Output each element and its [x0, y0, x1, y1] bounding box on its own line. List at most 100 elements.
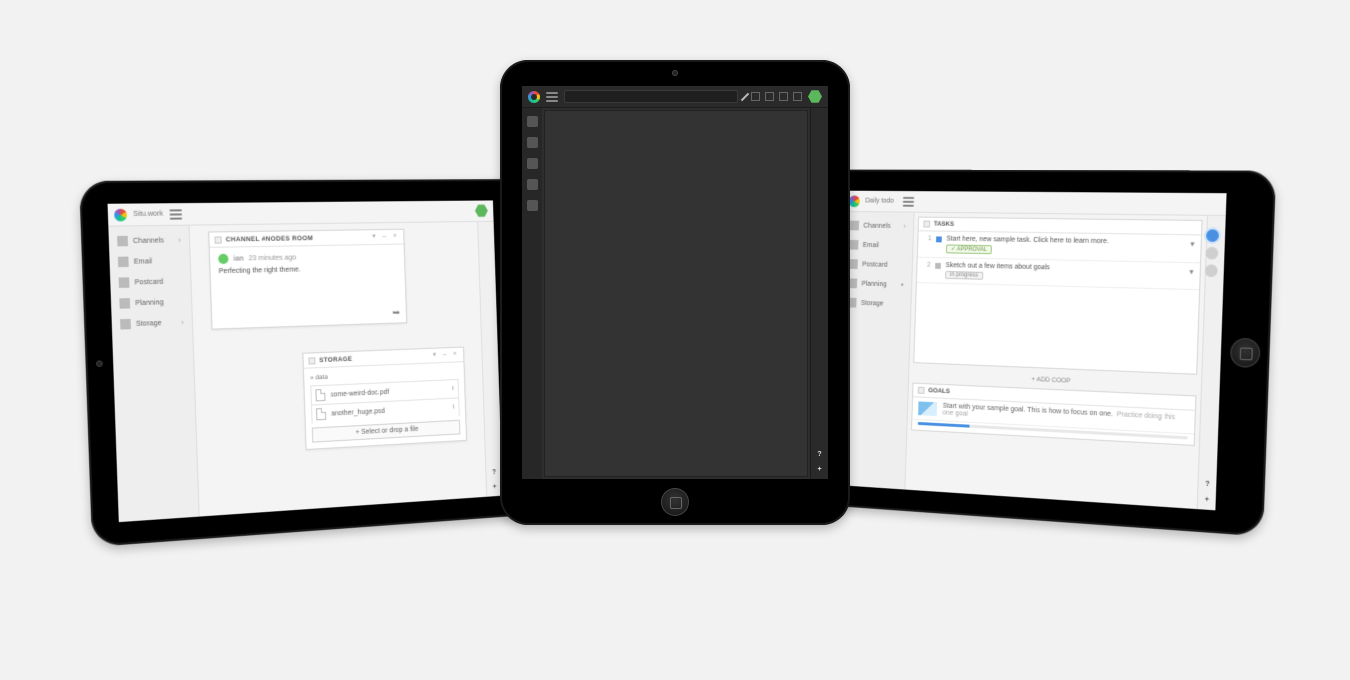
pager-dot[interactable] — [1206, 229, 1219, 242]
sidebar-item-planning[interactable]: Planning — [111, 291, 192, 314]
sidebar-item-email[interactable]: Email — [842, 235, 913, 256]
screen-center: ? + — [522, 86, 828, 479]
mail-icon — [118, 257, 129, 268]
drag-handle-icon[interactable] — [923, 221, 930, 228]
task-text: Start here, new sample task. Click here … — [946, 236, 1109, 246]
channel-card[interactable]: CHANNEL #NODES ROOM ▾ – × ia — [208, 229, 407, 330]
card-title: CHANNEL #NODES ROOM — [226, 235, 314, 243]
home-button[interactable] — [661, 488, 689, 516]
status-dot-icon — [935, 263, 941, 269]
file-icon — [316, 408, 326, 420]
task-row[interactable]: 1 Start here, new sample task. Click her… — [918, 231, 1201, 263]
chevron-down-icon[interactable]: ▾ — [1189, 267, 1193, 276]
sidebar-item-storage[interactable]: Storage — [840, 293, 911, 314]
icon-rail — [522, 108, 542, 479]
task-pill[interactable]: ✓ APPROVAL — [946, 244, 992, 254]
app-logo-icon — [849, 195, 860, 207]
sidebar-item-channels[interactable]: Channels › — [842, 216, 913, 236]
mail-icon — [849, 240, 858, 250]
timestamp: 23 minutes ago — [249, 254, 297, 262]
author: ian — [233, 255, 243, 262]
app-center-dark: ? + — [522, 86, 828, 479]
canvas[interactable]: TASKS 1 Start here, new sample task. Cli… — [905, 213, 1207, 509]
presence-hex-icon[interactable] — [475, 204, 488, 218]
task-number: 1 — [924, 235, 932, 242]
chevron-down-icon[interactable]: ▾ — [1190, 239, 1194, 248]
download-icon[interactable]: ⭳ — [452, 402, 455, 413]
add-button[interactable]: + — [817, 466, 821, 473]
toolbar-icons — [744, 92, 802, 102]
rail-calendar-icon[interactable] — [527, 179, 538, 190]
tasks-panel: TASKS 1 Start here, new sample task. Cli… — [913, 217, 1202, 375]
task-pill[interactable]: in progress — [945, 271, 983, 280]
sidebar-item-email[interactable]: Email — [109, 250, 190, 272]
breadcrumb[interactable]: » data — [310, 366, 459, 385]
canvas[interactable]: CHANNEL #NODES ROOM ▾ – × ia — [190, 222, 487, 517]
sidebar-item-storage[interactable]: Storage › — [111, 312, 192, 335]
menu-icon[interactable] — [903, 196, 914, 206]
card-close-icon[interactable]: × — [391, 233, 399, 241]
sidebar-item-postcard[interactable]: Postcard — [841, 254, 912, 275]
rail-mail-icon[interactable] — [527, 137, 538, 148]
chevron-right-icon: › — [903, 223, 905, 230]
sidebar-item-postcard[interactable]: Postcard — [110, 271, 191, 294]
menu-icon[interactable] — [169, 209, 182, 219]
file-name: some-weird-doc.pdf — [330, 388, 389, 398]
screen-left: Situ.work Channels › Email — [108, 200, 503, 522]
sidebar-label: Postcard — [862, 261, 887, 268]
mic-icon[interactable] — [779, 92, 788, 101]
presence-hex-icon[interactable] — [808, 90, 822, 104]
goal-text: Start with your sample goal. This is how… — [943, 403, 1113, 418]
file-row[interactable]: another_huge.psd ⭳ — [311, 397, 460, 423]
message-text: Perfecting the right theme. — [219, 264, 397, 275]
chat-icon[interactable] — [751, 92, 760, 101]
canvas-dark[interactable] — [544, 110, 808, 477]
drag-handle-icon[interactable] — [308, 357, 315, 364]
task-number: 2 — [923, 262, 931, 269]
video-icon[interactable] — [765, 92, 774, 101]
help-button[interactable]: ? — [492, 469, 496, 476]
help-button[interactable]: ? — [817, 451, 821, 458]
pencil-icon[interactable] — [741, 92, 749, 100]
tag-icon[interactable] — [793, 92, 802, 101]
add-button[interactable]: + — [493, 484, 497, 491]
home-button[interactable] — [1230, 338, 1261, 368]
download-icon[interactable]: ⭳ — [452, 384, 455, 395]
upload-button[interactable]: + Select or drop a file — [312, 420, 461, 443]
menu-icon[interactable] — [546, 92, 558, 102]
card-minimize-icon[interactable]: – — [441, 351, 449, 359]
drag-handle-icon[interactable] — [214, 236, 221, 243]
screen-right: Daily todo Channels › Email — [834, 191, 1226, 511]
calendar-icon — [119, 298, 130, 309]
card-tool-icon[interactable]: ▾ — [431, 351, 439, 359]
help-button[interactable]: ? — [1205, 481, 1210, 489]
pager-dot[interactable] — [1205, 264, 1218, 277]
sidebar-item-channels[interactable]: Channels › — [109, 230, 190, 252]
rail-chat-icon[interactable] — [527, 116, 538, 127]
sidebar-item-planning[interactable]: Planning ▾ — [840, 273, 911, 294]
chat-icon — [850, 221, 859, 231]
search-input[interactable] — [564, 90, 738, 103]
sidebar: Channels › Email Postcard — [108, 226, 199, 523]
task-text: Sketch out a few items about goals — [945, 262, 1050, 271]
sidebar-label: Postcard — [134, 278, 163, 286]
topbar: Situ.work — [108, 200, 494, 226]
rail-storage-icon[interactable] — [527, 200, 538, 211]
storage-card[interactable]: STORAGE ▾ – × » data — [302, 347, 467, 450]
reply-icon[interactable]: ➥ — [392, 308, 400, 319]
file-icon — [315, 389, 325, 401]
user-avatar-icon — [218, 254, 228, 264]
drag-handle-icon[interactable] — [918, 387, 925, 394]
pager-dot[interactable] — [1205, 247, 1218, 260]
card-tool-icon[interactable]: ▾ — [370, 233, 378, 241]
add-button[interactable]: + — [1205, 496, 1210, 504]
app-right: Daily todo Channels › Email — [834, 191, 1226, 511]
card-minimize-icon[interactable]: – — [381, 233, 389, 241]
file-row[interactable]: some-weird-doc.pdf ⭳ — [310, 379, 459, 405]
sidebar-label: Email — [134, 258, 153, 266]
app-logo-icon — [114, 208, 127, 221]
task-row[interactable]: 2 Sketch out a few items about goals in … — [917, 258, 1200, 291]
app-logo-icon — [528, 91, 540, 103]
card-close-icon[interactable]: × — [451, 351, 459, 359]
rail-postcard-icon[interactable] — [527, 158, 538, 169]
